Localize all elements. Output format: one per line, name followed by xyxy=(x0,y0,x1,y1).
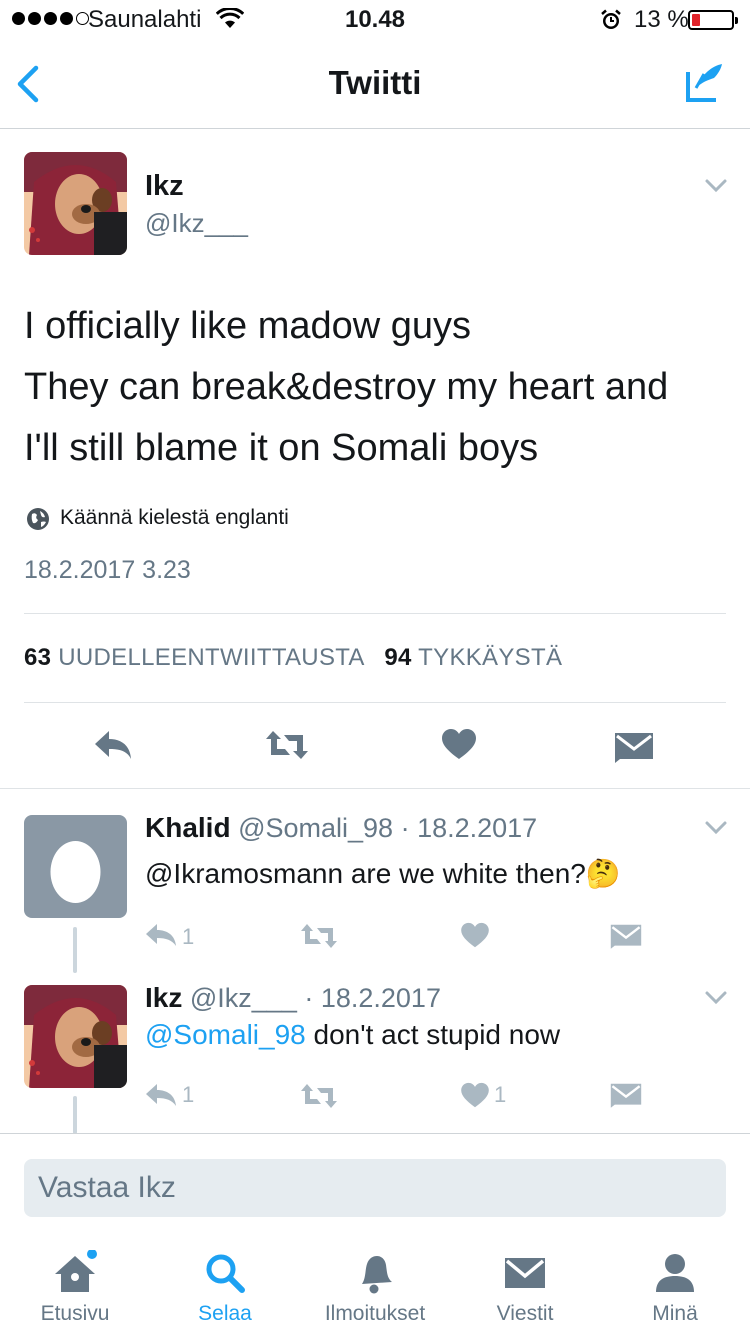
reply-avatar[interactable] xyxy=(24,985,127,1088)
bell-icon xyxy=(362,1256,392,1294)
reply-text-body: don't act stupid now xyxy=(305,1019,561,1050)
reply-header: Ikz @Ikz___ · 18.2.2017 xyxy=(145,982,441,1014)
reply-icon[interactable] xyxy=(145,1082,177,1108)
thread-line xyxy=(73,927,77,973)
direct-message-icon[interactable] xyxy=(614,731,654,763)
retweet-icon[interactable] xyxy=(264,728,310,762)
tab-notifications[interactable]: Ilmoitukset xyxy=(300,1242,450,1334)
like-heart-icon[interactable] xyxy=(460,922,490,948)
compose-tweet-icon[interactable] xyxy=(684,60,728,104)
reply-author-handle[interactable]: @Ikz___ xyxy=(190,983,297,1013)
tab-label: Minä xyxy=(652,1302,698,1325)
thread-line xyxy=(73,1096,77,1134)
like-count: 1 xyxy=(494,1082,507,1107)
like-heart-icon[interactable] xyxy=(441,728,477,760)
tab-label: Selaa xyxy=(198,1302,252,1325)
battery-percent: 13 % xyxy=(634,6,689,33)
tab-explore[interactable]: Selaa xyxy=(150,1242,300,1334)
divider xyxy=(0,788,750,789)
reply-input[interactable]: Vastaa Ikz xyxy=(24,1159,726,1217)
reply-date: · 18.2.2017 xyxy=(304,983,441,1013)
author-avatar[interactable] xyxy=(24,152,127,255)
tab-messages[interactable]: Viestit xyxy=(450,1242,600,1334)
globe-icon xyxy=(26,507,50,531)
home-icon xyxy=(55,1250,97,1292)
like-count[interactable]: 94 xyxy=(384,644,411,671)
reply-count: 1 xyxy=(182,1082,195,1107)
translate-link[interactable]: Käännä kielestä englanti xyxy=(60,506,289,530)
chevron-down-icon[interactable] xyxy=(704,178,728,194)
divider xyxy=(24,613,726,614)
status-bar: Saunalahti 10.48 13 % xyxy=(0,0,750,40)
search-icon xyxy=(206,1254,245,1293)
reply-text: @Somali_98 don't act stupid now xyxy=(145,1019,560,1051)
alarm-clock-icon xyxy=(600,9,622,38)
retweet-label[interactable]: UUDELLEENTWIITTAUSTA xyxy=(58,644,363,671)
author-handle[interactable]: @Ikz___ xyxy=(145,208,248,239)
battery-icon xyxy=(688,10,738,30)
reply-author-name[interactable]: Ikz xyxy=(145,982,182,1013)
tab-label: Ilmoitukset xyxy=(324,1302,426,1325)
tab-label: Etusivu xyxy=(40,1302,110,1325)
reply-author-name[interactable]: Khalid xyxy=(145,812,231,843)
reply-header: Khalid @Somali_98 · 18.2.2017 xyxy=(145,812,537,844)
profile-icon xyxy=(656,1254,694,1292)
reply-avatar-egg[interactable] xyxy=(24,815,127,918)
reply-text: @Ikramosmann are we white then?🤔 xyxy=(145,858,621,889)
retweet-icon[interactable] xyxy=(300,922,338,950)
tweet-stats: 63 UUDELLEENTWIITTAUSTA 94 TYKKÄYSTÄ xyxy=(24,644,562,672)
envelope-icon xyxy=(505,1258,545,1288)
chevron-down-icon[interactable] xyxy=(704,820,728,836)
divider xyxy=(24,702,726,703)
reply-input-placeholder: Vastaa Ikz xyxy=(38,1171,176,1204)
divider xyxy=(0,1133,750,1134)
author-name[interactable]: Ikz xyxy=(145,170,184,203)
chevron-down-icon[interactable] xyxy=(704,990,728,1006)
reply-author-handle[interactable]: @Somali_98 xyxy=(238,813,393,843)
tweet-timestamp: 18.2.2017 3.23 xyxy=(24,556,191,584)
navigation-bar: Twiitti xyxy=(0,40,750,129)
reply-icon[interactable] xyxy=(93,728,133,762)
tab-profile[interactable]: Minä xyxy=(600,1242,750,1334)
retweet-count[interactable]: 63 xyxy=(24,644,51,671)
retweet-icon[interactable] xyxy=(300,1082,338,1110)
reply-count: 1 xyxy=(182,924,195,949)
page-title: Twiitti xyxy=(328,64,422,101)
reply-icon[interactable] xyxy=(145,922,177,948)
direct-message-icon[interactable] xyxy=(610,923,642,949)
reply-date: · 18.2.2017 xyxy=(400,813,538,843)
tab-bar: Etusivu Selaa Ilmoitukset Viestit Minä xyxy=(0,1242,750,1334)
tab-home[interactable]: Etusivu xyxy=(0,1242,150,1334)
mention-link[interactable]: @Somali_98 xyxy=(145,1019,306,1050)
tab-label: Viestit xyxy=(496,1302,554,1325)
direct-message-icon[interactable] xyxy=(610,1082,642,1108)
tweet-text: I officially like madow guys They can br… xyxy=(24,305,669,469)
like-label[interactable]: TYKKÄYSTÄ xyxy=(418,644,562,671)
like-heart-icon[interactable] xyxy=(460,1082,490,1108)
